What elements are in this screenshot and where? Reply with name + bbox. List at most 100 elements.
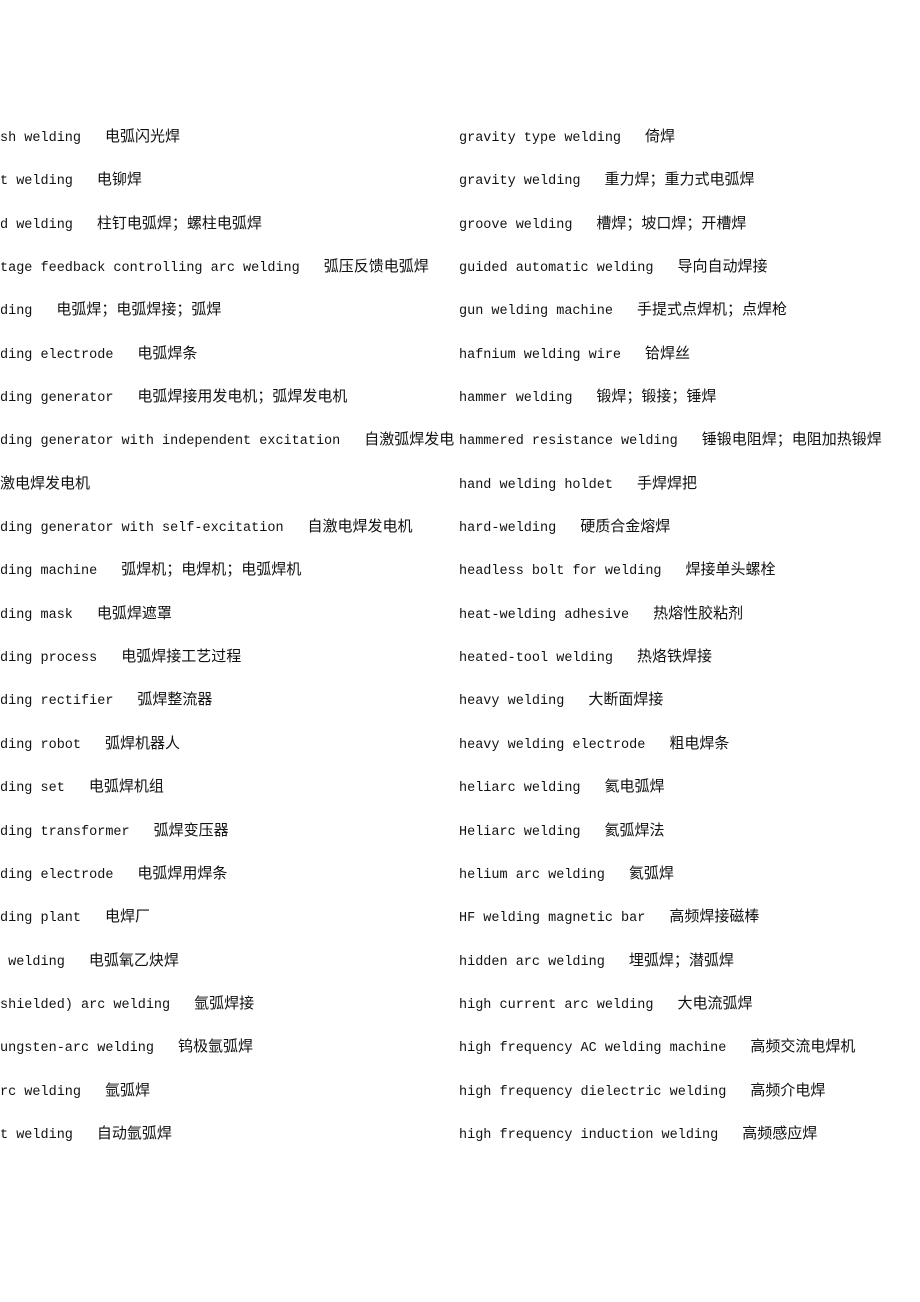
english-term: high frequency induction welding [459, 1127, 719, 1143]
english-term: hard-welding [459, 521, 557, 537]
glossary-entry: high current arc welding 大电流弧焊 [459, 992, 920, 1035]
english-term: ding generator [0, 391, 114, 407]
glossary-entry: tage feedback controlling arc welding 弧压反… [0, 255, 460, 298]
english-term: headless bolt for welding [459, 564, 662, 580]
chinese-translation: 电弧焊用焊条 [137, 863, 228, 882]
chinese-translation: 手焊焊把 [636, 473, 697, 492]
chinese-translation: 氩弧焊 [105, 1080, 151, 1099]
glossary-entry: helium arc welding 氦弧焊 [459, 862, 920, 905]
chinese-translation: 大断面焊接 [588, 690, 664, 709]
chinese-translation: 弧焊整流器 [137, 690, 213, 709]
glossary-entry: groove welding 槽焊；坡口焊；开槽焊 [459, 212, 920, 255]
glossary-entry: hammer welding 锻焊；锻接；锤焊 [459, 385, 920, 428]
chinese-translation: 电弧氧乙炔焊 [88, 950, 179, 969]
glossary-entry: welding 电弧氧乙炔焊 [0, 949, 460, 992]
english-term: ding machine [0, 564, 98, 580]
glossary-entry: gravity type welding 倚焊 [459, 125, 920, 168]
glossary-entry: ding generator with independent excitati… [0, 428, 460, 471]
chinese-translation: 电弧焊接工艺过程 [121, 647, 242, 666]
glossary-entry: hard-welding 硬质合金熔焊 [459, 515, 920, 558]
chinese-translation: 自激电焊发电机 [307, 517, 413, 536]
chinese-translation: 激电焊发电机 [0, 473, 91, 492]
english-term: Heliarc welding [459, 824, 581, 840]
chinese-translation: 弧焊变压器 [153, 820, 229, 839]
chinese-translation: 自动氩弧焊 [96, 1123, 172, 1142]
glossary-entry: ding generator with self-excitation 自激电焊发… [0, 515, 460, 558]
english-term: hammered resistance welding [459, 434, 678, 450]
english-term: ding [0, 304, 33, 320]
english-term: ding robot [0, 737, 82, 753]
glossary-entry: HF welding magnetic bar 高频焊接磁棒 [459, 905, 920, 948]
glossary-entry: Heliarc welding 氦弧焊法 [459, 819, 920, 862]
english-term: high frequency AC welding machine [459, 1041, 727, 1057]
glossary-entry: hidden arc welding 埋弧焊；潜弧焊 [459, 949, 920, 992]
english-term: hafnium welding wire [459, 347, 622, 363]
chinese-translation: 槽焊；坡口焊；开槽焊 [596, 213, 747, 232]
english-term: heated-tool welding [459, 651, 613, 667]
glossary-entry: high frequency induction welding 高频感应焊 [459, 1122, 920, 1165]
chinese-translation: 重力焊；重力式电弧焊 [604, 170, 755, 189]
glossary-entry: ding generator 电弧焊接用发电机；弧焊发电机 [0, 385, 460, 428]
glossary-entry: ding process 电弧焊接工艺过程 [0, 645, 460, 688]
glossary-entry: ungsten-arc welding 钨极氩弧焊 [0, 1035, 460, 1078]
chinese-translation: 高频焊接磁棒 [669, 907, 760, 926]
glossary-entry: ding rectifier 弧焊整流器 [0, 688, 460, 731]
english-term: high frequency dielectric welding [459, 1084, 727, 1100]
chinese-translation: 锤锻电阻焊；电阻加热锻焊 [701, 430, 882, 449]
glossary-entry: high frequency AC welding machine 高频交流电焊机 [459, 1035, 920, 1078]
chinese-translation: 导向自动焊接 [677, 257, 768, 276]
glossary-entry: ding robot 弧焊机器人 [0, 732, 460, 775]
glossary-entry: ding electrode 电弧焊条 [0, 342, 460, 385]
chinese-translation: 高频介电焊 [750, 1080, 826, 1099]
english-term: heliarc welding [459, 781, 581, 797]
chinese-translation: 电弧焊机组 [88, 777, 164, 796]
glossary-entry: ding set 电弧焊机组 [0, 775, 460, 818]
english-term: ding generator with self-excitation [0, 521, 284, 537]
english-term: HF welding magnetic bar [459, 911, 646, 927]
english-term: gravity type welding [459, 131, 622, 146]
english-term: welding [0, 954, 65, 970]
glossary-entry: guided automatic welding 导向自动焊接 [459, 255, 920, 298]
chinese-translation: 电弧焊遮罩 [96, 603, 172, 622]
english-term: high current arc welding [459, 997, 654, 1013]
chinese-translation: 弧压反馈电弧焊 [323, 257, 429, 276]
chinese-translation: 硬质合金熔焊 [580, 517, 671, 536]
english-term: gravity welding [459, 174, 581, 190]
glossary-entry: heavy welding electrode 粗电焊条 [459, 732, 920, 775]
glossary-entry: ding electrode 电弧焊用焊条 [0, 862, 460, 905]
english-term: ungsten-arc welding [0, 1041, 154, 1057]
glossary-right-column: gravity type welding 倚焊 gravity welding 重力焊… [459, 125, 920, 1165]
english-term: sh welding [0, 131, 82, 146]
english-term: ding transformer [0, 824, 130, 840]
chinese-translation: 电铆焊 [96, 170, 142, 189]
glossary-entry: ding transformer 弧焊变压器 [0, 819, 460, 862]
glossary-entry: ding 电弧焊；电弧焊接；弧焊 [0, 298, 460, 341]
english-term: ding rectifier [0, 694, 114, 710]
glossary-left-column: sh welding 电弧闪光焊 t welding 电铆焊 d welding 柱钉电弧… [0, 125, 460, 1165]
chinese-translation: 电焊厂 [105, 907, 151, 926]
chinese-translation: 氦弧焊法 [604, 820, 665, 839]
glossary-entry: hammered resistance welding 锤锻电阻焊；电阻加热锻焊 [459, 428, 920, 471]
chinese-translation: 柱钉电弧焊；螺柱电弧焊 [96, 213, 262, 232]
chinese-translation: 热烙铁焊接 [636, 647, 712, 666]
chinese-translation: 埋弧焊；潜弧焊 [628, 950, 734, 969]
chinese-translation: 弧焊机；电焊机；电弧焊机 [121, 560, 302, 579]
chinese-translation: 倚焊 [645, 127, 676, 145]
chinese-translation: 钨极氩弧焊 [177, 1037, 253, 1056]
glossary-entry: headless bolt for welding 焊接单头螺栓 [459, 558, 920, 601]
glossary-entry: heat-welding adhesive 热熔性胶粘剂 [459, 602, 920, 645]
glossary-entry: rc welding 氩弧焊 [0, 1079, 460, 1122]
glossary-entry: ding mask 电弧焊遮罩 [0, 602, 460, 645]
english-term: t welding [0, 1127, 73, 1143]
chinese-translation: 铪焊丝 [645, 343, 691, 362]
english-term: rc welding [0, 1084, 82, 1100]
chinese-translation: 氩弧焊接 [194, 993, 255, 1012]
english-term: groove welding [459, 217, 573, 233]
chinese-translation: 高频感应焊 [742, 1123, 818, 1142]
english-term: shielded) arc welding [0, 997, 171, 1013]
english-term: hammer welding [459, 391, 573, 407]
chinese-translation: 大电流弧焊 [677, 993, 753, 1012]
english-term: ding electrode [0, 867, 114, 883]
glossary-entry: hafnium welding wire 铪焊丝 [459, 342, 920, 385]
glossary-entry: ding machine 弧焊机；电焊机；电弧焊机 [0, 558, 460, 601]
